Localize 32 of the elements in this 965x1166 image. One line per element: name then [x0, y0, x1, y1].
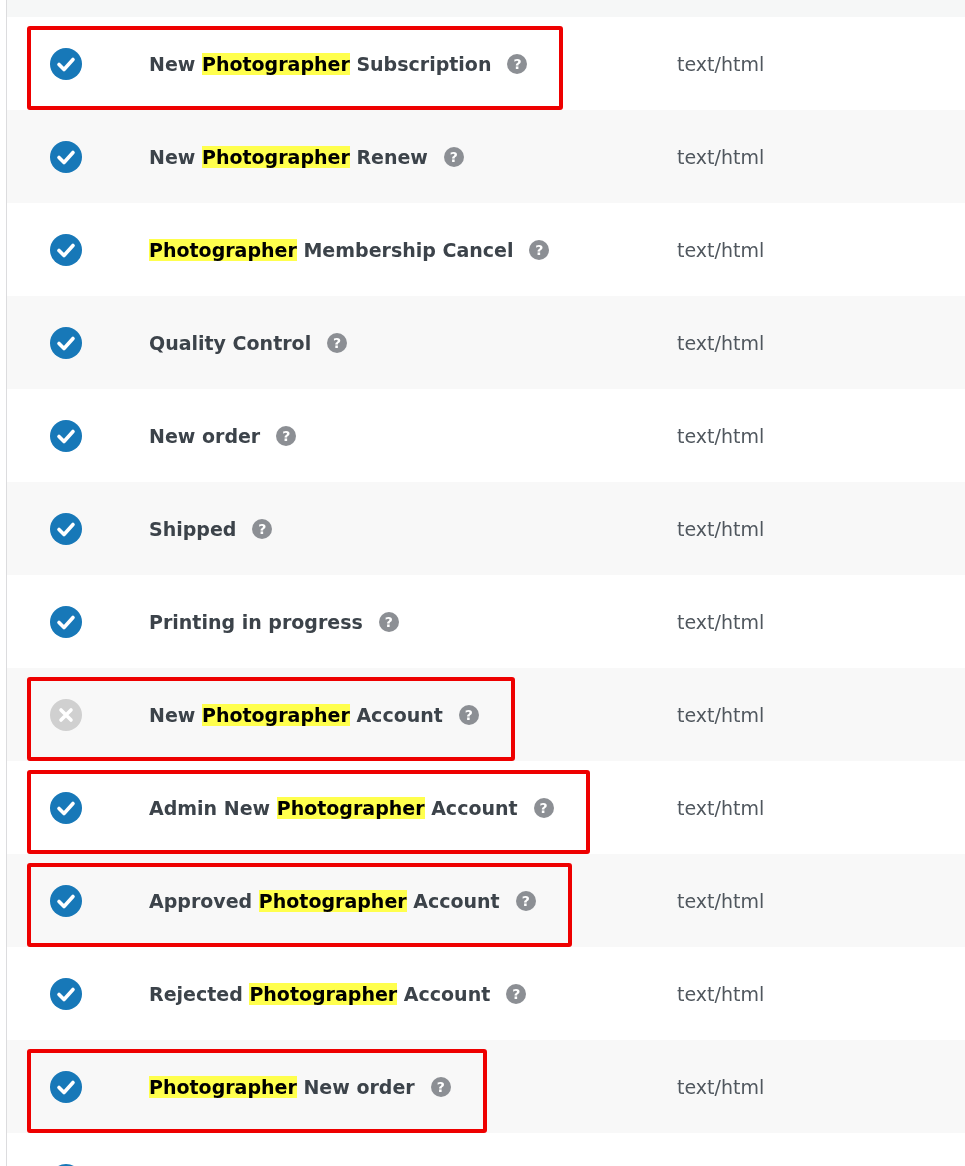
check-circle-icon[interactable] — [50, 977, 82, 1010]
check-circle-icon[interactable] — [50, 605, 82, 638]
email-title-link[interactable]: New order — [149, 424, 261, 447]
content-type-text: text/html — [677, 331, 766, 354]
content-type-text: text/html — [677, 889, 766, 912]
check-circle-icon[interactable] — [50, 1070, 82, 1103]
check-circle-icon[interactable] — [50, 47, 82, 80]
content-type-text: text/html — [677, 517, 766, 540]
content-type-text: text/html — [677, 145, 766, 168]
content-type-text: text/html — [677, 703, 766, 726]
content-type-text: text/html — [677, 1075, 766, 1098]
email-title-link[interactable]: Rejected Photographer Account — [149, 982, 491, 1005]
content-type-text: text/html — [677, 424, 766, 447]
check-circle-icon[interactable] — [50, 140, 82, 173]
email-title-link[interactable]: Approved Photographer Account — [149, 889, 500, 912]
check-circle-icon[interactable] — [50, 326, 82, 359]
content-type-text: text/html — [677, 52, 766, 75]
email-title-link[interactable]: New Photographer Subscription — [149, 52, 492, 75]
email-title-link[interactable]: Admin New Photographer Account — [149, 796, 518, 819]
email-title-link[interactable]: Photographer Membership Cancel — [149, 238, 514, 261]
content-type-text: text/html — [677, 238, 766, 261]
email-title-link[interactable]: Quality Control — [149, 331, 312, 354]
content-type-text: text/html — [677, 982, 766, 1005]
content-type-text: text/html — [677, 796, 766, 819]
check-circle-icon[interactable] — [50, 419, 82, 452]
check-circle-icon[interactable] — [50, 512, 82, 545]
content-type-text: text/html — [677, 610, 766, 633]
check-circle-icon[interactable] — [50, 233, 82, 266]
check-circle-icon[interactable] — [50, 791, 82, 824]
email-title-link[interactable]: Printing in progress — [149, 610, 363, 633]
check-circle-icon[interactable] — [50, 884, 82, 917]
email-title-link[interactable]: Shipped — [149, 517, 237, 540]
